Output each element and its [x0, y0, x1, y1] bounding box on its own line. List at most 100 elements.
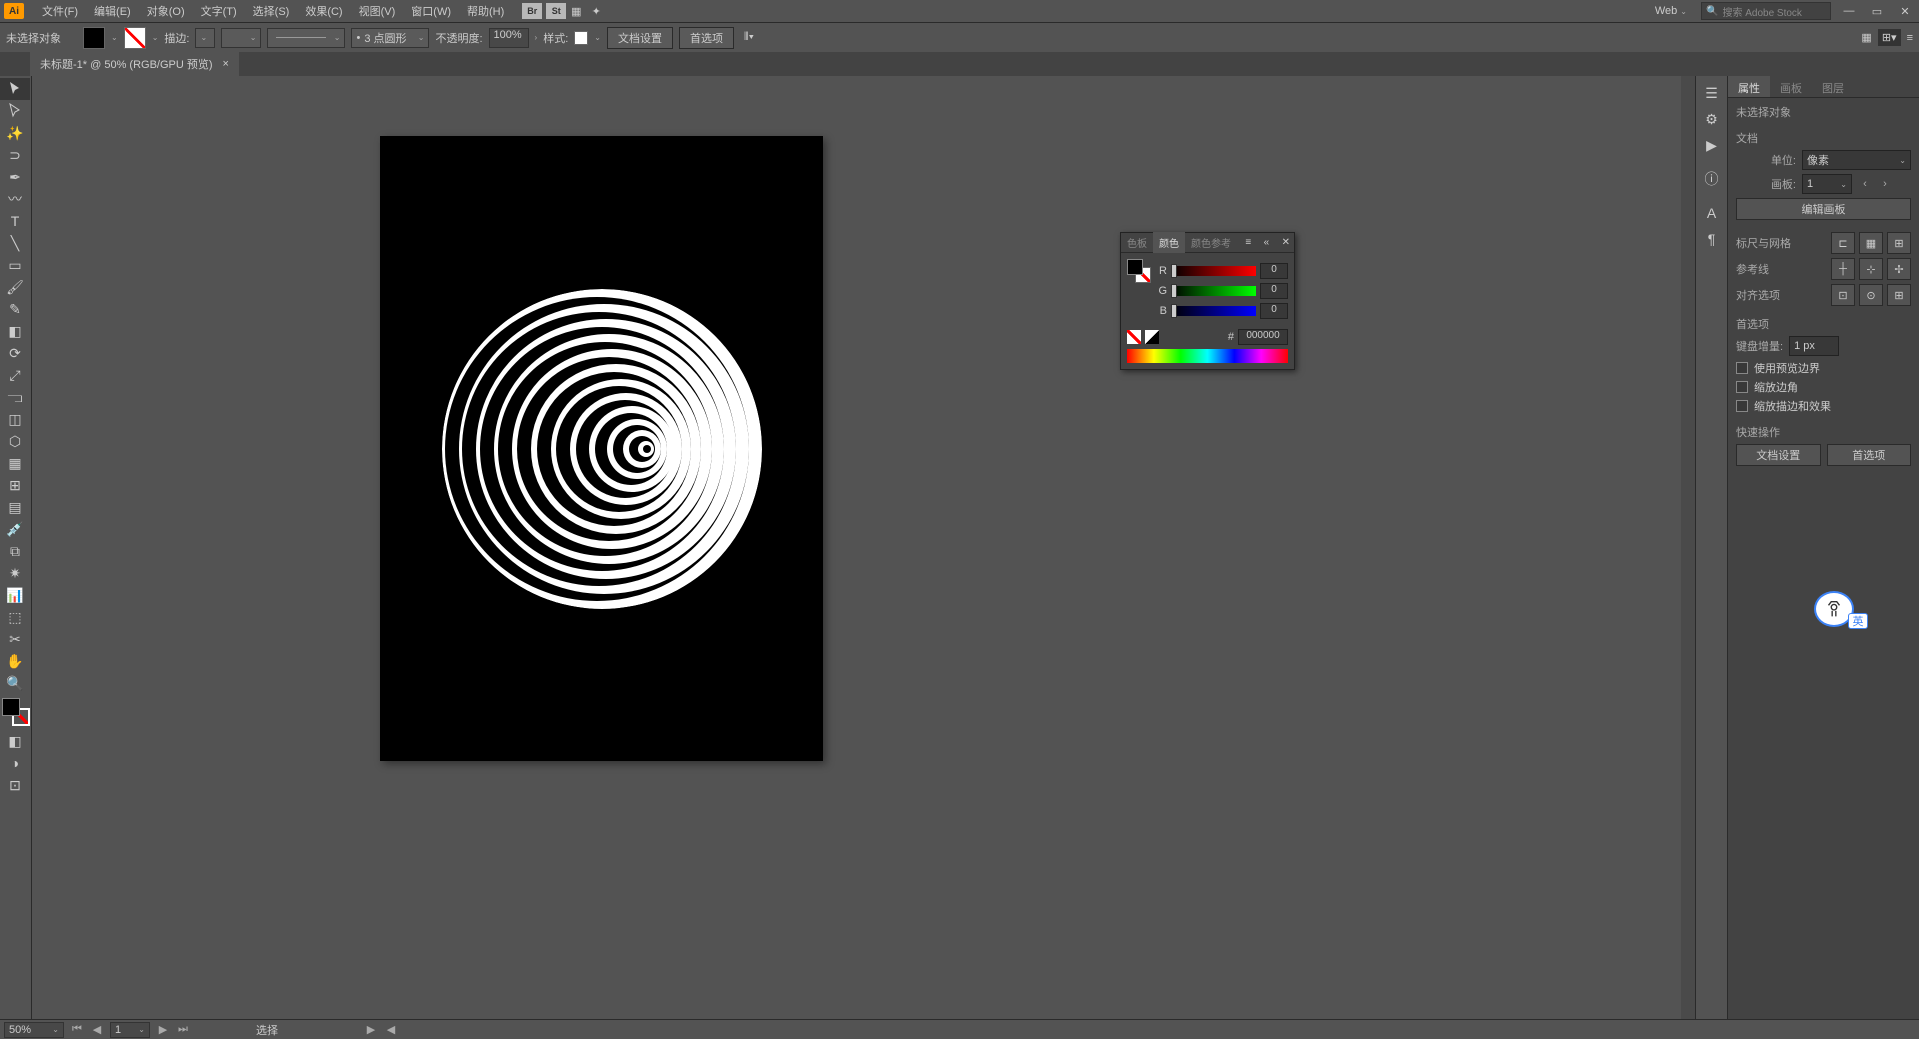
grid-icon[interactable]: ▦: [1859, 232, 1883, 254]
preferences-quick-button[interactable]: 首选项: [1827, 444, 1912, 466]
r-value[interactable]: 0: [1260, 263, 1288, 279]
window-close[interactable]: ✕: [1895, 5, 1915, 18]
bridge-icon[interactable]: Br: [522, 3, 542, 19]
list-mode-icon[interactable]: ≡: [1907, 32, 1913, 44]
menu-select[interactable]: 选择(S): [245, 3, 298, 19]
nav-prev-icon[interactable]: ◀: [90, 1023, 104, 1036]
window-maximize[interactable]: ▭: [1867, 5, 1887, 18]
artboard-tool[interactable]: ⬚: [0, 606, 30, 628]
scale-tool[interactable]: ⤢: [0, 364, 30, 386]
stroke-swatch[interactable]: [124, 27, 146, 49]
opacity-more[interactable]: ›: [535, 33, 538, 42]
fill-color-icon[interactable]: [2, 698, 20, 716]
shape-builder-tool[interactable]: ⬡: [0, 430, 30, 452]
color-tab-color[interactable]: 颜色: [1153, 232, 1185, 253]
artboard-dropdown[interactable]: 1⌄: [1802, 174, 1852, 194]
r-slider[interactable]: [1171, 266, 1256, 276]
fill-swatch[interactable]: [83, 27, 105, 49]
scale-strokes-checkbox[interactable]: [1736, 400, 1748, 412]
shaper-tool[interactable]: ✎: [0, 298, 30, 320]
menu-help[interactable]: 帮助(H): [459, 3, 512, 19]
menu-window[interactable]: 窗口(W): [403, 3, 459, 19]
tab-layers[interactable]: 图层: [1812, 76, 1854, 97]
layout-mode-icon[interactable]: ⊞▾: [1878, 29, 1901, 46]
color-tab-swatches[interactable]: 色板: [1121, 232, 1153, 253]
ime-badge[interactable]: 英: [1814, 591, 1854, 627]
draw-mode-icon[interactable]: ◑: [0, 752, 30, 774]
snap-pixel-icon[interactable]: ⊡: [1831, 284, 1855, 306]
direct-selection-tool[interactable]: [0, 100, 30, 122]
window-minimize[interactable]: —: [1839, 5, 1859, 17]
zoom-tool[interactable]: 🔍: [0, 672, 30, 694]
mesh-tool[interactable]: ⊞: [0, 474, 30, 496]
doc-setup-quick-button[interactable]: 文档设置: [1736, 444, 1821, 466]
doc-setup-button[interactable]: 文档设置: [607, 27, 673, 49]
grid-mode-icon[interactable]: ▦: [1861, 31, 1871, 44]
key-increment-input[interactable]: 1 px: [1789, 336, 1839, 356]
transparency-grid-icon[interactable]: ⊞: [1887, 232, 1911, 254]
pen-tool[interactable]: ✒: [0, 166, 30, 188]
color-panel[interactable]: 色板 颜色 颜色参考 ≡ « ✕ R0 G0 B0: [1120, 232, 1295, 370]
search-input[interactable]: 🔍 搜索 Adobe Stock: [1701, 2, 1831, 20]
color-panel-close-icon[interactable]: ✕: [1278, 237, 1294, 248]
preferences-button[interactable]: 首选项: [679, 27, 734, 49]
guide-lock-icon[interactable]: ⊹: [1859, 258, 1883, 280]
bw-swatch[interactable]: [1145, 330, 1159, 344]
g-slider[interactable]: [1171, 286, 1256, 296]
arrange-docs-icon[interactable]: ▦: [566, 4, 586, 18]
perspective-grid-tool[interactable]: ▦: [0, 452, 30, 474]
color-panel-menu-icon[interactable]: ≡: [1241, 237, 1255, 248]
libraries-icon[interactable]: ☰: [1696, 80, 1727, 106]
fill-stroke-control[interactable]: [2, 698, 30, 726]
eyedropper-tool[interactable]: 💉: [0, 518, 30, 540]
column-graph-tool[interactable]: 📊: [0, 584, 30, 606]
paintbrush-tool[interactable]: 🖌: [0, 276, 30, 298]
edit-artboards-button[interactable]: 编辑画板: [1736, 198, 1911, 220]
stroke-weight-dropdown[interactable]: ⌄: [195, 28, 215, 48]
ruler-icon[interactable]: ⊏: [1831, 232, 1855, 254]
artboard-next-icon[interactable]: ›: [1878, 178, 1892, 190]
type-tool[interactable]: T: [0, 210, 30, 232]
status-play-icon[interactable]: ▶: [364, 1023, 378, 1036]
preview-bounds-checkbox[interactable]: [1736, 362, 1748, 374]
guide-hide-icon[interactable]: ┼: [1831, 258, 1855, 280]
menu-type[interactable]: 文字(T): [193, 3, 245, 19]
menu-effect[interactable]: 效果(C): [297, 3, 350, 19]
gradient-tool[interactable]: ▤: [0, 496, 30, 518]
width-tool[interactable]: ⫎: [0, 386, 30, 408]
scale-corners-checkbox[interactable]: [1736, 381, 1748, 393]
screen-mode-icon[interactable]: ⊡: [0, 774, 30, 796]
stock-icon[interactable]: St: [546, 3, 566, 19]
rotate-tool[interactable]: ⟳: [0, 342, 30, 364]
menu-view[interactable]: 视图(V): [351, 3, 404, 19]
slice-tool[interactable]: ✂: [0, 628, 30, 650]
canvas[interactable]: [32, 76, 1704, 1019]
color-tab-guide[interactable]: 颜色参考: [1185, 232, 1237, 253]
paragraph-icon[interactable]: ¶: [1696, 226, 1727, 252]
vertical-scrollbar[interactable]: [1681, 76, 1695, 1019]
document-tab[interactable]: 未标题-1* @ 50% (RGB/GPU 预览) ×: [30, 52, 239, 76]
eraser-tool[interactable]: ◧: [0, 320, 30, 342]
spectrum-picker[interactable]: [1127, 349, 1288, 363]
stroke-profile-dropdown[interactable]: ⌄: [221, 28, 261, 48]
document-tab-close[interactable]: ×: [223, 58, 229, 70]
color-panel-collapse-icon[interactable]: «: [1260, 237, 1274, 248]
smart-guide-icon[interactable]: ✢: [1887, 258, 1911, 280]
menu-file[interactable]: 文件(F): [34, 3, 86, 19]
line-tool[interactable]: ╲: [0, 232, 30, 254]
blend-tool[interactable]: ⧉: [0, 540, 30, 562]
g-value[interactable]: 0: [1260, 283, 1288, 299]
info-icon[interactable]: ⓘ: [1696, 166, 1727, 192]
nav-next-icon[interactable]: ▶: [156, 1023, 170, 1036]
workspace-switcher[interactable]: Web ⌄: [1649, 5, 1693, 17]
symbol-sprayer-tool[interactable]: ✷: [0, 562, 30, 584]
opacity-input[interactable]: 100%: [489, 28, 529, 48]
selection-tool[interactable]: [0, 78, 30, 100]
no-color-swatch[interactable]: [1127, 330, 1141, 344]
menu-edit[interactable]: 编辑(E): [86, 3, 139, 19]
actions-icon[interactable]: ⚙: [1696, 106, 1727, 132]
lasso-tool[interactable]: ⊃: [0, 144, 30, 166]
color-mode-icon[interactable]: ◧: [0, 730, 30, 752]
nav-first-icon[interactable]: ⏮: [70, 1023, 84, 1036]
hex-input[interactable]: 000000: [1238, 329, 1288, 345]
